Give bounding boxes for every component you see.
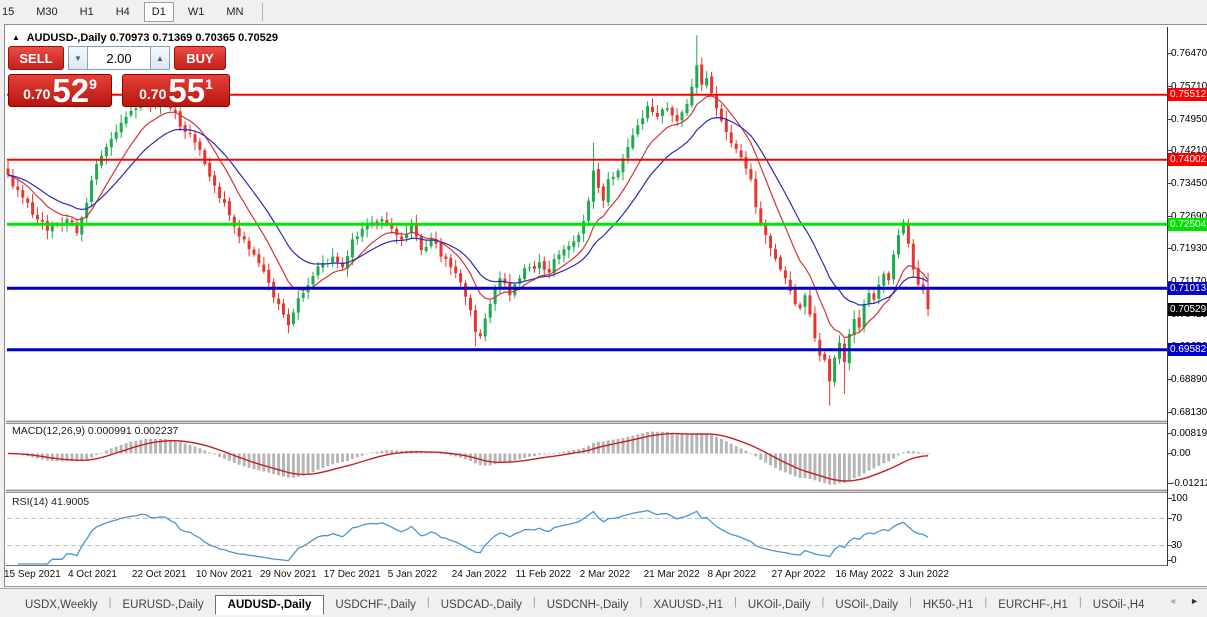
macd-values: 0.000991 0.002237	[87, 425, 179, 437]
macd-tick-label: 0.008197	[1171, 427, 1207, 439]
timeframe-button-w1[interactable]: W1	[180, 2, 213, 22]
rsi-tick-label: 30	[1171, 540, 1183, 552]
date-label: 22 Oct 2021	[131, 569, 187, 580]
time-axis: 15 Sep 2021 4 Oct 2021 22 Oct 2021 10 Nov 2…	[4, 566, 1168, 584]
sell-button[interactable]: SELL	[8, 46, 64, 70]
date-label: 2 Mar 2022	[579, 569, 631, 580]
chart-tab-hk50-h1[interactable]: HK50-,H1	[912, 596, 985, 614]
rsi-tick-label: 100	[1171, 492, 1188, 504]
rsi-value: 41.9005	[51, 496, 90, 508]
chart-tab-usoil-daily[interactable]: USOil-,Daily	[824, 596, 909, 614]
price-axis: 0.76470 0.75710 0.74950 0.74210 0.73450 0.726…	[1168, 27, 1207, 584]
rsi-pane-label: RSI(14) 41.9005	[12, 496, 89, 508]
chart-symbol-header: ▲ AUDUSD-,Daily 0.70973 0.71369 0.70365 …	[12, 32, 278, 44]
macd-tick-label: 0.00	[1171, 448, 1191, 459]
date-label: 29 Nov 2021	[259, 569, 317, 580]
buy-price-pip: 1	[205, 76, 213, 92]
date-label: 16 May 2022	[835, 569, 894, 580]
buy-price-display[interactable]: 0.70 55 1	[122, 74, 230, 107]
buy-price-big: 55	[168, 72, 206, 109]
rsi-tick-label: 70	[1171, 512, 1183, 524]
chart-tab-eurusd-daily[interactable]: EURUSD-,Daily	[112, 596, 215, 614]
chart-tab-usdcnh-daily[interactable]: USDCNH-,Daily	[536, 596, 640, 614]
ema-fast-line	[7, 95, 929, 339]
sell-price-display[interactable]: 0.70 52 9	[8, 74, 112, 107]
chart-tab-audusd-daily[interactable]: AUDUSD-,Daily	[214, 595, 325, 615]
level-price-label: 0.71013	[1168, 281, 1207, 295]
level-price-label: 0.74002	[1168, 153, 1207, 167]
date-label: 4 Oct 2021	[67, 569, 117, 580]
price-tick-label: 0.71930	[1171, 243, 1207, 255]
macd-pane-label: MACD(12,26,9) 0.000991 0.002237	[12, 425, 178, 437]
chart-tab-usdx-weekly[interactable]: USDX,Weekly	[14, 596, 109, 614]
symbol-ohlc-values: 0.70973 0.71369 0.70365 0.70529	[109, 32, 278, 44]
macd-tick-label: -0.01212	[1171, 478, 1207, 490]
chart-tab-usdcad-daily[interactable]: USDCAD-,Daily	[430, 596, 533, 614]
date-label: 3 Jun 2022	[899, 569, 949, 580]
price-tick-label: 0.76470	[1171, 48, 1207, 60]
volume-input[interactable]	[88, 46, 150, 70]
price-tick-label: 0.68890	[1171, 374, 1207, 386]
timeframe-button-mn[interactable]: MN	[218, 2, 251, 22]
level-price-label: 0.69582	[1168, 343, 1207, 357]
volume-decrease-button[interactable]: ▼	[68, 46, 88, 70]
chart-tab-eurchf-h1[interactable]: EURCHF-,H1	[987, 596, 1079, 614]
sell-price-pip: 9	[89, 76, 97, 92]
timeframe-button-h4[interactable]: H4	[108, 2, 138, 22]
price-tick-label: 0.68130	[1171, 406, 1207, 418]
date-label: 5 Jan 2022	[387, 569, 438, 580]
timeframe-toolbar: 15 M30 H1 H4 D1 W1 MN	[0, 0, 1207, 24]
symbol-name: AUDUSD-,Daily	[26, 32, 107, 44]
date-label: 10 Nov 2021	[195, 569, 253, 580]
chart-tab-usoil-h4[interactable]: USOil-,H4	[1082, 596, 1156, 614]
price-tick-label: 0.74950	[1171, 113, 1207, 125]
macd-histogram	[11, 431, 930, 485]
level-price-label: 0.72504	[1168, 217, 1207, 231]
date-label: 15 Sep 2021	[4, 569, 61, 580]
timeframe-button-d1[interactable]: D1	[143, 2, 174, 22]
collapse-arrow-icon[interactable]: ▲	[12, 33, 20, 42]
timeframe-button-15[interactable]: 15	[0, 2, 22, 22]
chart-tab-usdchf-daily[interactable]: USDCHF-,Daily	[324, 596, 427, 614]
macd-name: MACD(12,26,9)	[12, 425, 85, 437]
chart-tab-xauusd-h1[interactable]: XAUUSD-,H1	[642, 596, 734, 614]
volume-increase-button[interactable]: ▲	[150, 46, 170, 70]
rsi-name: RSI(14)	[12, 496, 49, 508]
price-tick-label: 0.73450	[1171, 178, 1207, 189]
sell-price-prefix: 0.70	[23, 86, 51, 102]
buy-price-prefix: 0.70	[139, 86, 167, 102]
level-price-label: 0.75512	[1168, 88, 1207, 102]
chart-tab-ukoil-daily[interactable]: UKOil-,Daily	[737, 596, 822, 614]
date-label: 21 Mar 2022	[643, 569, 700, 580]
buy-button[interactable]: BUY	[174, 46, 226, 70]
one-click-trading-panel: SELL ▼ ▲ BUY 0.70 52 9 0.70 55 1	[8, 46, 230, 107]
date-label: 8 Apr 2022	[707, 569, 756, 580]
date-label: 17 Dec 2021	[323, 569, 381, 580]
sell-price-big: 52	[52, 72, 90, 109]
date-label: 24 Jan 2022	[451, 569, 507, 580]
rsi-tick-label: 0	[1171, 554, 1177, 566]
timeframe-button-h1[interactable]: H1	[72, 2, 102, 22]
current-price-label: 0.70529	[1168, 302, 1207, 316]
date-label: 27 Apr 2022	[771, 569, 826, 580]
toolbar-separator	[262, 3, 264, 21]
timeframe-button-m30[interactable]: M30	[28, 2, 65, 22]
chart-tabs-bar: USDX,Weekly | EURUSD-,Daily AUDUSD-,Daily US…	[0, 588, 1207, 615]
tabs-scroll-right-icon[interactable]: ►	[1190, 596, 1199, 606]
date-label: 11 Feb 2022	[515, 569, 572, 580]
tabs-scroll-left-icon[interactable]: ◄	[1168, 596, 1177, 606]
